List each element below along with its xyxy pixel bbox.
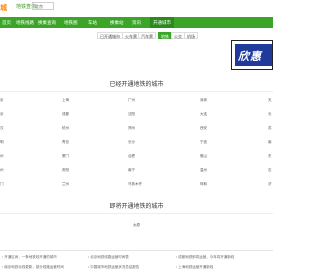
news-link[interactable]: 北京地铁线路运营时间表	[88, 255, 129, 260]
news-link[interactable]: 成都地铁即将运营，今年将开通新线	[176, 255, 234, 260]
city-link[interactable]: 合肥	[128, 154, 135, 159]
city-row: 门 兰州 乌鲁木齐 呼和 济	[0, 179, 273, 191]
city-link[interactable]: 兰州	[62, 182, 69, 187]
news-link[interactable]: 中国城市地铁运营状况总结报告	[88, 265, 139, 270]
city-link[interactable]: 西安	[200, 126, 207, 131]
nav-item-cities[interactable]: 开通城市	[150, 17, 174, 28]
city-link[interactable]: 苏	[268, 126, 272, 131]
ad-banner: 欣惠	[235, 44, 272, 66]
city-link[interactable]: 州	[0, 154, 4, 159]
nav-item-map[interactable]: 地铁图	[64, 17, 78, 28]
city-link[interactable]: 石	[268, 168, 272, 173]
city-link[interactable]: 温州	[200, 168, 207, 173]
nav-item-stations[interactable]: 车站	[88, 17, 97, 28]
upcoming-cities-heading: 即将开通地铁的城市	[109, 204, 164, 210]
side-advertisement[interactable]: 欣惠	[231, 40, 273, 70]
divider	[0, 91, 273, 92]
news-footer: 开通区间，一条地铁线开通的城市 北京地铁线路运营时间表 成都地铁即将运营，今年将…	[0, 250, 273, 275]
city-link[interactable]: 汉	[0, 126, 4, 131]
tab-bus-tickets[interactable]: 汽车票	[138, 32, 156, 39]
tab-bus[interactable]: 公交	[171, 32, 185, 39]
tab-metro[interactable]: 地铁	[158, 32, 172, 39]
nav-item-transfer-stations[interactable]: 换乘站	[110, 17, 124, 28]
news-link[interactable]: 开通区间，一条地铁线开通的城市	[2, 255, 57, 260]
city-link[interactable]: 杭州	[62, 126, 69, 131]
city-link[interactable]: 明	[0, 140, 4, 145]
city-link[interactable]: 京	[0, 98, 4, 103]
city-link[interactable]: 东	[268, 154, 272, 159]
nav-item-lines[interactable]: 地铁线路	[16, 17, 34, 28]
city-row: 明 青岛 长沙 宁波 南	[0, 137, 273, 149]
news-link[interactable]: 上海地铁运营开通新线	[176, 265, 213, 270]
upcoming-city-link[interactable]: 太原	[0, 223, 273, 228]
city-link[interactable]: 济	[268, 182, 272, 187]
city-link[interactable]: 沈阳	[128, 112, 135, 117]
city-link[interactable]: 广州	[128, 98, 135, 103]
city-link[interactable]: 上海	[62, 98, 69, 103]
main-nav: 首页 地铁线路 换乘查询 地铁图 车站 换乘站 资讯 开通城市	[0, 17, 273, 28]
site-logo[interactable]: 城	[0, 3, 7, 13]
city-row: 京 上海 广州 深圳 天	[0, 95, 273, 107]
tab-airport[interactable]: 机场	[184, 32, 198, 39]
top-bar: 城 地铁查询 北京	[0, 0, 273, 17]
city-link[interactable]: 长	[268, 112, 272, 117]
opened-cities-heading: 已经开通地铁的城市	[109, 82, 164, 88]
city-link[interactable]: 青岛	[62, 140, 69, 145]
city-link[interactable]: 宁波	[200, 140, 207, 145]
divider	[0, 213, 273, 214]
city-link[interactable]: 南宁	[128, 168, 135, 173]
city-link[interactable]: 天	[268, 98, 272, 103]
city-link[interactable]: 郑州	[128, 126, 135, 131]
city-select[interactable]: 北京	[32, 2, 54, 10]
news-link[interactable]: 南京地铁北线更新，部分线路运营时间	[2, 265, 64, 270]
city-row: 州 厦门 合肥 佛山 东	[0, 151, 273, 163]
city-row: 京 成都 沈阳 大连 长	[0, 109, 273, 121]
nav-item-news[interactable]: 资讯	[132, 17, 141, 28]
city-link[interactable]: 南	[268, 140, 272, 145]
city-link[interactable]: 贵阳	[62, 168, 69, 173]
nav-item-transfer[interactable]: 换乘查询	[38, 17, 56, 28]
ad-text: 欣惠	[238, 51, 262, 63]
city-link[interactable]: 成都	[62, 112, 69, 117]
tab-opened-cities[interactable]: 已开通城市	[97, 32, 123, 39]
city-link[interactable]: 乌鲁木齐	[128, 182, 142, 187]
city-link[interactable]: 厦门	[62, 154, 69, 159]
city-link[interactable]: 大连	[200, 112, 207, 117]
city-row: 汉 杭州 郑州 西安 苏	[0, 123, 273, 135]
nav-item-home[interactable]: 首页	[2, 17, 11, 28]
city-link[interactable]: 京	[0, 112, 4, 117]
city-row: 州 贵阳 南宁 温州 石	[0, 165, 273, 177]
city-link[interactable]: 长沙	[128, 140, 135, 145]
city-link[interactable]: 州	[0, 168, 4, 173]
city-link[interactable]: 呼和	[200, 182, 207, 187]
city-link[interactable]: 深圳	[200, 98, 207, 103]
city-link[interactable]: 佛山	[200, 154, 207, 159]
city-link[interactable]: 门	[0, 182, 4, 187]
